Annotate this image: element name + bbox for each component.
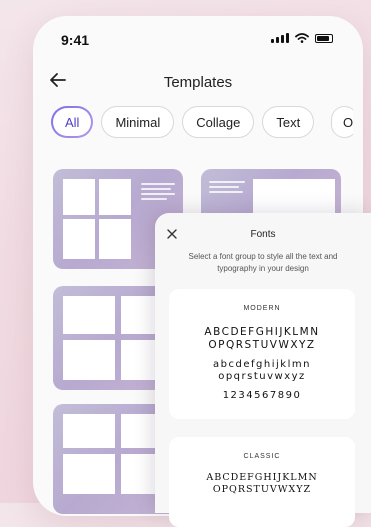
template-tile: [63, 340, 115, 380]
template-tile: [99, 219, 131, 259]
template-tile: [63, 219, 95, 259]
font-group-label: CLASSIC: [243, 453, 281, 460]
font-group-modern[interactable]: MODERN ABCDEFGHIJKLMN OPQRSTUVWXYZ abcde…: [169, 289, 355, 419]
battery-icon: [315, 34, 333, 43]
top-bar: Templates: [33, 64, 363, 100]
chip-other-clip: Ot: [331, 106, 353, 138]
page-title: Templates: [163, 74, 233, 91]
sample-lower: abcdefghijklmn: [213, 359, 311, 370]
sample-upper: ABCDEFGHIJKLMN: [206, 472, 318, 483]
status-icons: [271, 33, 333, 43]
template-text-line: [209, 181, 245, 183]
template-tile: [63, 454, 115, 494]
sample-digits: 1234567890: [222, 390, 302, 401]
category-chips: All Minimal Collage Text: [51, 106, 315, 138]
template-text-line: [209, 186, 239, 188]
wifi-icon: [295, 33, 309, 43]
sample-lower: opqrstuvwxyz: [218, 371, 306, 382]
font-group-label: MODERN: [243, 305, 281, 312]
sheet-title: Fonts: [250, 229, 276, 240]
sample-upper: OPQRSTUVWXYZ: [208, 339, 316, 351]
status-time: 9:41: [61, 32, 90, 48]
template-tile: [63, 179, 95, 215]
template-tile: [63, 414, 115, 448]
signal-icon: [271, 33, 289, 43]
template-tile: [99, 179, 131, 215]
template-tile: [63, 296, 115, 334]
chip-other[interactable]: Ot: [331, 106, 353, 138]
chip-all[interactable]: All: [51, 106, 93, 138]
chip-collage[interactable]: Collage: [182, 106, 255, 138]
fonts-sheet: Fonts Select a font group to style all t…: [155, 213, 371, 527]
font-group-classic[interactable]: CLASSIC ABCDEFGHIJKLMN OPQRSTUVWXYZ: [169, 437, 355, 527]
template-text-line: [209, 191, 243, 193]
sheet-description: Select a font group to style all the tex…: [188, 252, 338, 273]
sample-upper: OPQRSTUVWXYZ: [212, 484, 312, 495]
chip-text[interactable]: Text: [262, 106, 315, 138]
chip-minimal[interactable]: Minimal: [101, 106, 175, 138]
template-text-line: [141, 183, 175, 185]
sample-upper: ABCDEFGHIJKLMN: [204, 326, 320, 338]
status-bar: 9:41: [33, 16, 363, 56]
template-text-line: [141, 193, 175, 195]
template-text-line: [141, 198, 167, 200]
template-text-line: [141, 188, 171, 190]
